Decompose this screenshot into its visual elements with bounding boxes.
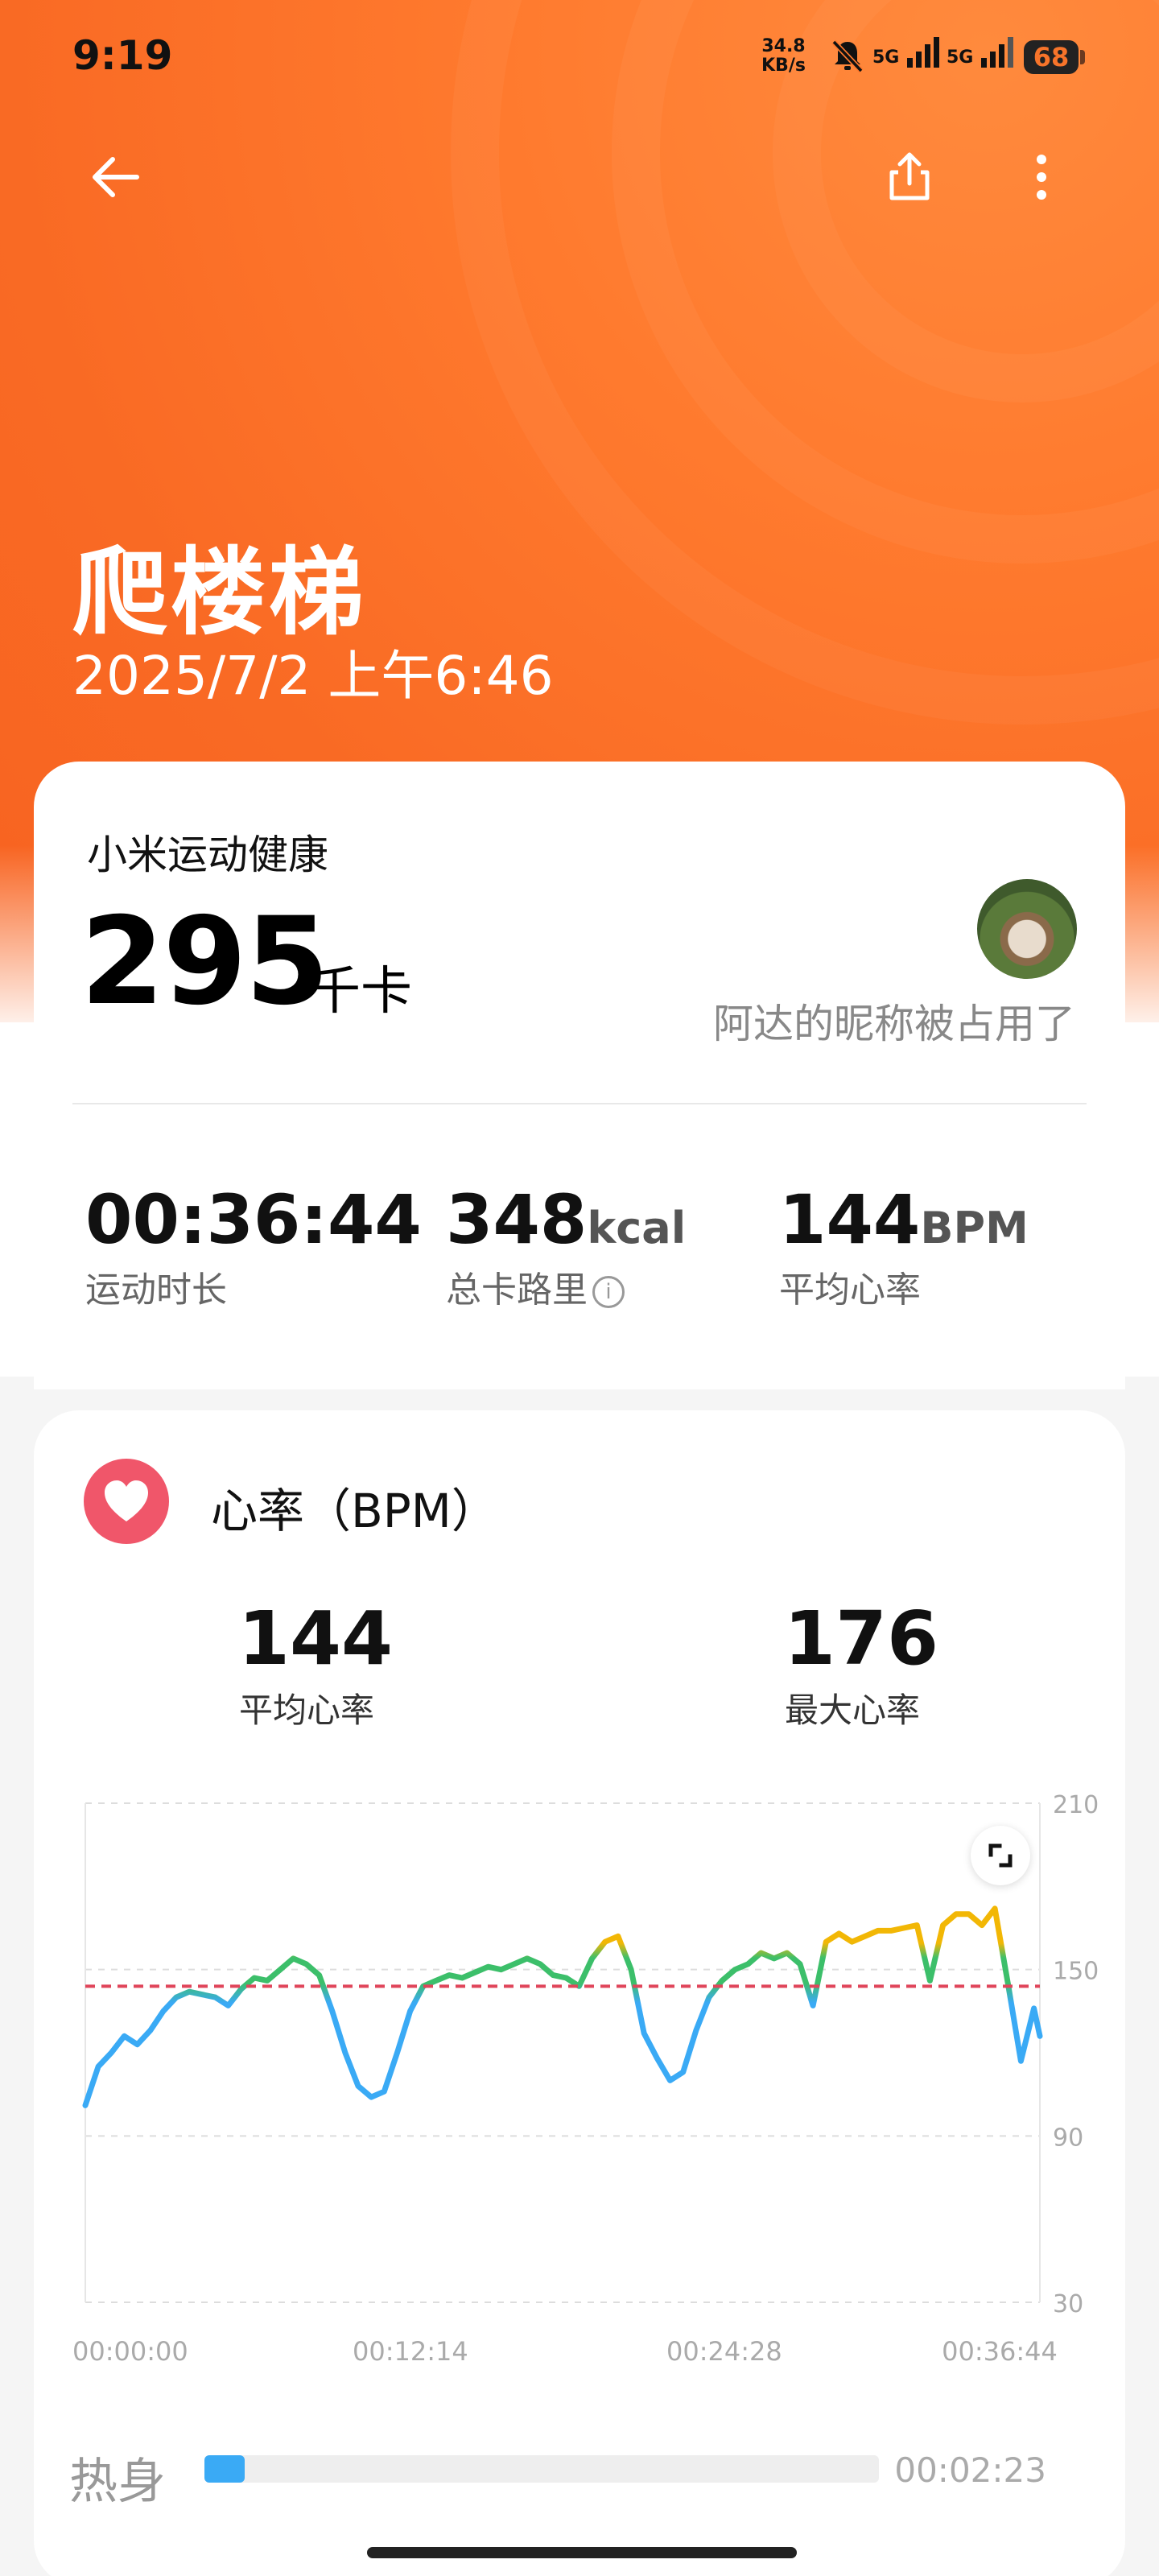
x-tick-label: 00:36:44 — [942, 2336, 1058, 2367]
zone-progress-track — [204, 2455, 879, 2483]
chart-grid — [85, 1802, 1041, 2303]
zone-label-warmup: 热身 — [69, 2454, 166, 2510]
chart-x-axis: 00:00:00 00:12:14 00:24:28 00:36:44 — [72, 2336, 1058, 2367]
back-arrow-icon[interactable] — [84, 145, 148, 209]
share-icon[interactable] — [877, 145, 942, 209]
heart-icon — [84, 1459, 169, 1544]
divider — [72, 1103, 1087, 1104]
expand-chart-icon[interactable] — [971, 1826, 1030, 1885]
zone-progress-fill — [204, 2455, 245, 2483]
more-vertical-icon[interactable] — [1009, 145, 1074, 209]
battery-icon: 68 — [1024, 40, 1085, 74]
home-indicator[interactable] — [367, 2547, 797, 2558]
status-bar: 9:19 34.8 KB/s 5G 5G 68 — [0, 0, 1159, 113]
stat-avg-heart-rate: 144BPM 平均心率 — [779, 1180, 1029, 1311]
stat-total-calories: 348kcal 总卡路里 i — [446, 1180, 687, 1311]
heart-rate-chart: 210 150 90 30 00:00:00 00:12:14 00:24:28 00:36… — [72, 1791, 1099, 2367]
heart-rate-title: 心率（BPM） — [211, 1484, 498, 1538]
x-tick-label: 00:24:28 — [666, 2336, 782, 2367]
chart-y-axis: 210 150 90 30 — [1053, 1791, 1099, 2318]
stat-duration: 00:36:44 运动时长 — [85, 1180, 422, 1311]
zone-time-warmup: 00:02:23 — [894, 2450, 1046, 2490]
x-tick-label: 00:12:14 — [353, 2336, 468, 2367]
status-time: 9:19 — [72, 32, 173, 79]
workout-detail-page: 9:19 34.8 KB/s 5G 5G 68 爬楼梯 2025/7/2 上午6 — [0, 0, 1159, 2576]
y-tick-label: 150 — [1053, 1958, 1099, 1986]
mute-icon — [831, 39, 864, 73]
y-tick-label: 30 — [1053, 2290, 1083, 2318]
heart-rate-series-line — [82, 1905, 1043, 2108]
x-tick-label: 00:00:00 — [72, 2336, 188, 2367]
calories-unit: 千卡 — [309, 962, 412, 1022]
user-avatar[interactable] — [977, 879, 1077, 979]
calories-value: 295 — [80, 892, 329, 1032]
user-nickname: 阿达的昵称被占用了 — [713, 1001, 1075, 1047]
workout-date: 2025/7/2 上午6:46 — [72, 645, 554, 707]
y-tick-label: 90 — [1053, 2124, 1083, 2152]
hr-avg-stat: 144 平均心率 — [238, 1596, 394, 1730]
y-tick-label: 210 — [1053, 1791, 1099, 1819]
info-icon[interactable]: i — [592, 1276, 625, 1308]
network-speed: 34.8 KB/s — [761, 36, 806, 76]
hr-max-stat: 176 最大心率 — [784, 1596, 939, 1730]
signal-icon: 5G — [872, 35, 942, 68]
signal-icon-2: 5G — [947, 35, 1017, 68]
source-app-name: 小米运动健康 — [87, 832, 328, 878]
